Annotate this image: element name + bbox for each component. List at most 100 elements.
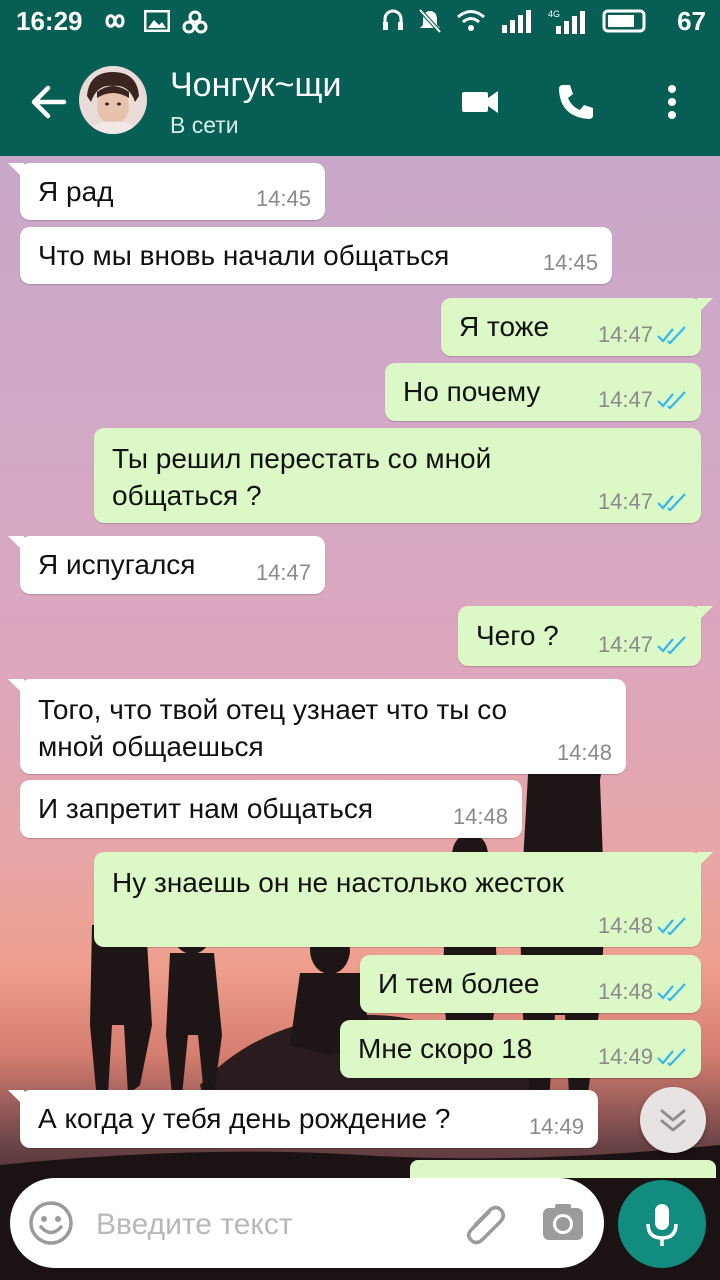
message-time: 14:48 [597,979,653,1004]
message-incoming[interactable]: А когда у тебя день рождение ? 14:49 [8,1090,598,1148]
message-meta: 14:49 [529,1114,584,1140]
read-receipt-icon [657,636,686,654]
bubble-tail [8,536,24,552]
message-outgoing[interactable]: Ну знаешь он не настолько жесток 14:48 [94,852,713,947]
message-outgoing[interactable]: Ты решил перестать со мной общаться ? 14… [94,428,701,523]
image-icon [144,10,170,32]
read-receipt-icon [657,917,686,935]
message-text: А когда у тебя день рождение ? [38,1103,451,1134]
message-outgoing-partial [410,1160,716,1178]
mute-icon [418,8,442,34]
read-receipt-icon [657,391,686,409]
message-time: 14:48 [597,913,653,938]
message-input[interactable]: Введите текст [96,1208,293,1242]
message-incoming[interactable]: Что мы вновь начали общаться 14:45 [20,227,612,284]
bubble-tail [8,163,24,179]
message-text: Я рад [38,176,114,207]
message-meta: 14:47 [256,560,311,586]
message-outgoing[interactable]: Мне скоро 18 14:49 [340,1020,701,1078]
message-outgoing[interactable]: И тем более 14:48 [360,955,701,1013]
message-incoming[interactable]: И запретит нам общаться 14:48 [20,780,522,838]
signal-icon [502,10,531,33]
voice-record-button[interactable] [618,1180,706,1268]
svg-text:4G: 4G [548,9,560,19]
bubble-tail [697,606,713,622]
bubble-tail [8,679,24,695]
message-text: Но почему [403,376,541,407]
bubble-tail [697,852,713,868]
message-incoming[interactable]: Того, что твой отец узнает что ты со мно… [8,679,626,774]
scroll-to-bottom-button[interactable] [640,1087,706,1153]
read-receipt-icon [657,326,686,344]
message-meta: 14:48 [453,804,508,830]
message-meta: 14:48 [557,740,612,766]
message-time: 14:47 [255,560,311,585]
voice-call-icon[interactable] [554,80,598,124]
more-options-icon[interactable] [650,80,694,124]
read-receipt-icon [657,1048,686,1066]
message-time: 14:45 [255,186,311,211]
avatar[interactable] [79,66,147,134]
message-text: Я тоже [459,311,550,342]
infinity-icon [105,14,125,28]
camera-icon[interactable] [540,1200,586,1246]
message-text: Что мы вновь начали общаться [38,240,450,271]
microphone-icon [646,1204,678,1246]
message-time: 14:48 [556,740,612,765]
message-text: Мне скоро 18 [358,1033,533,1064]
status-system-icons: 4G [382,8,648,34]
message-text: Ну знаешь он не настолько жесток [112,867,564,898]
status-bar: 16:29 4G 67 [0,0,720,44]
message-time: 14:49 [597,1044,653,1069]
status-notifications [98,10,208,34]
message-meta: 14:47 [598,489,687,515]
message-meta: 14:47 [598,632,687,658]
message-time: 14:48 [452,804,508,829]
status-time: 16:29 [16,6,83,36]
read-receipt-icon [657,983,686,1001]
read-receipt-icon [657,493,686,511]
message-outgoing[interactable]: Но почему 14:47 [385,363,701,421]
message-incoming[interactable]: Я испугался 14:47 [8,536,325,594]
battery-level: 67 [677,6,706,36]
headset-icon [383,9,403,30]
double-chevron-down-icon [660,1109,686,1132]
emoji-icon[interactable] [28,1200,74,1246]
message-meta: 14:45 [543,250,598,276]
message-time: 14:47 [597,387,653,412]
bubble-tail [8,1090,24,1106]
message-text: Того, что твой отец узнает что ты со мно… [38,694,508,762]
message-meta: 14:48 [598,979,687,1005]
wifi-icon [457,10,485,31]
message-time: 14:47 [597,632,653,657]
app-notification-icon [182,10,208,34]
video-call-icon[interactable] [458,80,502,124]
message-outgoing[interactable]: Я тоже 14:47 [441,298,713,356]
message-incoming[interactable]: Я рад 14:45 [8,163,325,220]
signal-4g-icon: 4G [548,9,585,34]
message-text: Чего ? [476,620,559,651]
contact-status: В сети [170,112,239,138]
message-text: И тем более [378,968,540,999]
message-composer: Введите текст [10,1178,604,1268]
chat-header: Чонгук~щи В сети [0,44,720,156]
message-meta: 14:47 [598,322,687,348]
bubble-tail [697,298,713,314]
contact-name[interactable]: Чонгук~щи [170,66,341,105]
message-meta: 14:48 [598,913,687,939]
back-arrow-icon[interactable] [28,82,68,122]
attach-icon[interactable] [462,1200,508,1246]
message-text: Я испугался [38,549,196,580]
message-meta: 14:45 [256,186,311,212]
message-outgoing[interactable]: Чего ? 14:47 [458,606,713,666]
message-text: И запретит нам общаться [38,793,374,824]
battery-icon [602,9,646,33]
message-meta: 14:47 [598,387,687,413]
message-time: 14:47 [597,489,653,514]
avatar-image [79,66,147,134]
message-time: 14:47 [597,322,653,347]
message-time: 14:49 [528,1114,584,1139]
message-text: Ты решил перестать со мной общаться ? [112,443,492,511]
message-time: 14:45 [542,250,598,275]
message-meta: 14:49 [598,1044,687,1070]
